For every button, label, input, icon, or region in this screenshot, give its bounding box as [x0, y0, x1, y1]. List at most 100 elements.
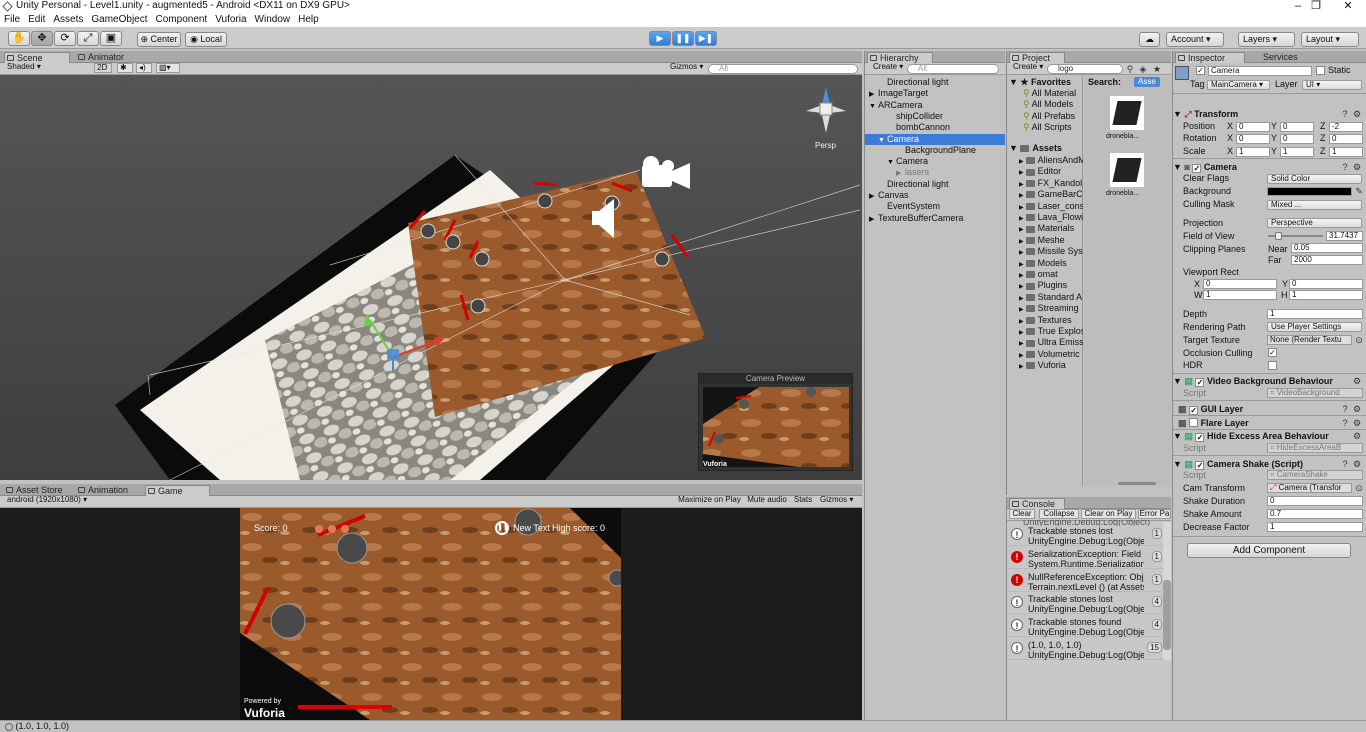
expand-arrow-icon[interactable]: ▶	[1019, 159, 1024, 165]
static-checkbox[interactable]	[1316, 66, 1325, 75]
menu-vuforia[interactable]: Vuforia	[211, 13, 250, 27]
asset-folder[interactable]: ▶ Laser_cons	[1019, 201, 1083, 212]
hierarchy-search-input[interactable]: All	[907, 64, 999, 74]
game-gizmos-dropdown[interactable]: Gizmos ▾	[818, 496, 858, 506]
asset-folder[interactable]: ▶ Volumetric	[1019, 349, 1083, 360]
favorite-item[interactable]: ⚲ All Models	[1023, 99, 1083, 110]
hdr-checkbox[interactable]	[1268, 361, 1277, 370]
effects-dropdown-icon[interactable]: ▧▾	[156, 63, 180, 73]
camera-shake-header[interactable]: ▼ ▤ ✓ Camera Shake (Script)	[1173, 458, 1366, 470]
console-entry[interactable]: ! (1.0, 1.0, 1.0) UnityEngine.Debug:Log(Ob…	[1008, 638, 1164, 660]
console-entry[interactable]: ! Trackable stones lost UnityEngine.Debug:…	[1008, 524, 1164, 546]
menu-file[interactable]: File	[0, 13, 24, 27]
target-texture-field[interactable]: None (Render Textu	[1267, 335, 1352, 345]
asset-folder[interactable]: ▶ Lava_Flowi	[1019, 212, 1083, 223]
minimize-button[interactable]: –	[1288, 0, 1308, 12]
rotation-y-field[interactable]: 0	[1280, 134, 1314, 144]
asset-folder[interactable]: ▶ Meshe	[1019, 235, 1083, 246]
project-search-input[interactable]: logo	[1047, 64, 1123, 74]
tab-game[interactable]: Game	[145, 485, 210, 496]
position-x-field[interactable]: 0	[1236, 122, 1270, 132]
tab-console[interactable]: Console	[1009, 498, 1065, 509]
viewport-x-field[interactable]: 0	[1203, 279, 1277, 289]
viewport-h-field[interactable]: 1	[1289, 290, 1363, 300]
position-y-field[interactable]: 0	[1280, 122, 1314, 132]
viewport-y-field[interactable]: 0	[1289, 279, 1363, 289]
favorite-item[interactable]: ⚲ All Scripts	[1023, 122, 1083, 133]
tab-inspector[interactable]: Inspector	[1175, 52, 1245, 63]
play-icon[interactable]: ▶	[649, 31, 671, 46]
hierarchy-create-dropdown[interactable]: Create ▾	[871, 63, 905, 73]
eyedropper-icon[interactable]: ✎	[1354, 186, 1364, 196]
game-screen[interactable]: Score: 0 ❚❚ New Text High score: 0 Power…	[240, 508, 621, 720]
asset-folder[interactable]: ▶ AliensAndM	[1019, 155, 1083, 166]
hierarchy-item[interactable]: shipCollider	[865, 111, 1005, 122]
game-viewport[interactable]: Score: 0 ❚❚ New Text High score: 0 Power…	[0, 508, 862, 720]
hierarchy-item[interactable]: ▼ Camera	[865, 156, 1005, 167]
gameobject-active-checkbox[interactable]: ✓	[1196, 66, 1205, 75]
mute-audio-toggle[interactable]: Mute audio	[744, 496, 788, 506]
hierarchy-item[interactable]: ▼ ARCamera	[865, 100, 1005, 111]
hierarchy-item[interactable]: ▶ TextureBufferCamera	[865, 213, 1005, 224]
close-button[interactable]: ✕	[1338, 0, 1358, 12]
position-z-field[interactable]: -2	[1329, 122, 1363, 132]
assets-header[interactable]: ▼ Assets	[1009, 143, 1062, 154]
console-collapse-toggle[interactable]: Collapse	[1039, 509, 1079, 519]
shake-duration-field[interactable]: 0	[1267, 496, 1363, 506]
layers-dropdown[interactable]: Layers ▾	[1238, 32, 1295, 47]
error-pause-toggle[interactable]: Error Pa	[1138, 509, 1171, 519]
cam-transform-field[interactable]: ⤢ Camera (Transfor	[1267, 483, 1352, 493]
hierarchy-item[interactable]: Directional light	[865, 77, 1005, 88]
scene-orientation-gizmo[interactable]	[806, 87, 846, 133]
rotation-z-field[interactable]: 0	[1329, 134, 1363, 144]
2d-toggle[interactable]: 2D	[94, 63, 112, 73]
console-entry[interactable]: ! Trackable stones lost UnityEngine.Debug:…	[1008, 592, 1164, 615]
help-icon[interactable]: ?	[1340, 459, 1350, 469]
expand-arrow-icon[interactable]: ▶	[1019, 239, 1024, 245]
help-icon[interactable]: ?	[1340, 162, 1350, 172]
near-field[interactable]: 0.05	[1291, 243, 1363, 253]
asset-folder[interactable]: ▶ Editor	[1019, 166, 1083, 177]
project-create-dropdown[interactable]: Create ▾	[1011, 63, 1045, 73]
asset-folder[interactable]: ▶ FX_Kandol_	[1019, 178, 1083, 189]
rotate-tool-icon[interactable]: ⟳	[54, 31, 76, 46]
object-name-field[interactable]: Camera	[1208, 66, 1312, 76]
component-settings-gear-icon[interactable]: ⚙	[1352, 418, 1362, 428]
pause-button-icon[interactable]: ❚❚	[495, 521, 509, 535]
expand-arrow-icon[interactable]: ▶	[1019, 353, 1024, 359]
rotation-x-field[interactable]: 0	[1236, 134, 1270, 144]
occlusion-culling-checkbox[interactable]: ✓	[1268, 348, 1277, 357]
tag-dropdown[interactable]: MainCamera ▾	[1207, 80, 1270, 90]
search-scope-assets[interactable]: Asse	[1134, 77, 1160, 87]
asset-folder[interactable]: ▶ True Explos	[1019, 326, 1083, 337]
console-entry[interactable]: ! NullReferenceException: Object rTerrain…	[1008, 570, 1164, 592]
asset-folder[interactable]: ▶ Standard A	[1019, 292, 1083, 303]
expand-arrow-icon[interactable]: ▶	[1019, 205, 1024, 211]
component-settings-gear-icon[interactable]: ⚙	[1352, 431, 1362, 441]
favorite-item[interactable]: ⚲ All Material	[1023, 88, 1083, 99]
component-settings-gear-icon[interactable]: ⚙	[1352, 459, 1362, 469]
asset-folder[interactable]: ▶ Textures	[1019, 315, 1083, 326]
object-picker-icon[interactable]: ⊙	[1354, 335, 1364, 345]
scene-viewport[interactable]: Persp Camera Preview Vuforia	[0, 75, 862, 480]
menu-component[interactable]: Component	[152, 13, 212, 27]
resolution-dropdown[interactable]: android (1920x1080) ▾	[5, 496, 117, 506]
shake-amount-field[interactable]: 0.7	[1267, 509, 1363, 519]
camera-header[interactable]: ▼ ◙ ✓ Camera	[1173, 161, 1366, 173]
tab-animator[interactable]: Animator	[76, 52, 128, 63]
expand-arrow-icon[interactable]: ▶	[1019, 284, 1024, 290]
help-icon[interactable]: ?	[1340, 418, 1350, 428]
expand-arrow-icon[interactable]: ▶	[1019, 307, 1024, 313]
asset-folder[interactable]: ▶ Missile Syst	[1019, 246, 1083, 257]
scene-gizmos-dropdown[interactable]: Gizmos ▾	[668, 63, 706, 73]
asset-folder[interactable]: ▶ Models	[1019, 258, 1083, 269]
account-dropdown[interactable]: Account ▾	[1166, 32, 1224, 47]
icon-size-slider[interactable]	[1118, 482, 1156, 485]
hierarchy-item[interactable]: BackgroundPlane	[865, 145, 1005, 156]
asset-folder[interactable]: ▶ GameBarC	[1019, 189, 1083, 200]
hierarchy-item[interactable]: ▶ ImageTarget	[865, 88, 1005, 99]
gui-layer-header[interactable]: ▦ ✓ GUI Layer	[1173, 403, 1366, 415]
fov-slider-thumb[interactable]	[1274, 232, 1282, 240]
scale-tool-icon[interactable]: ⤢	[77, 31, 99, 46]
expand-arrow-icon[interactable]: ▶	[1019, 330, 1024, 336]
